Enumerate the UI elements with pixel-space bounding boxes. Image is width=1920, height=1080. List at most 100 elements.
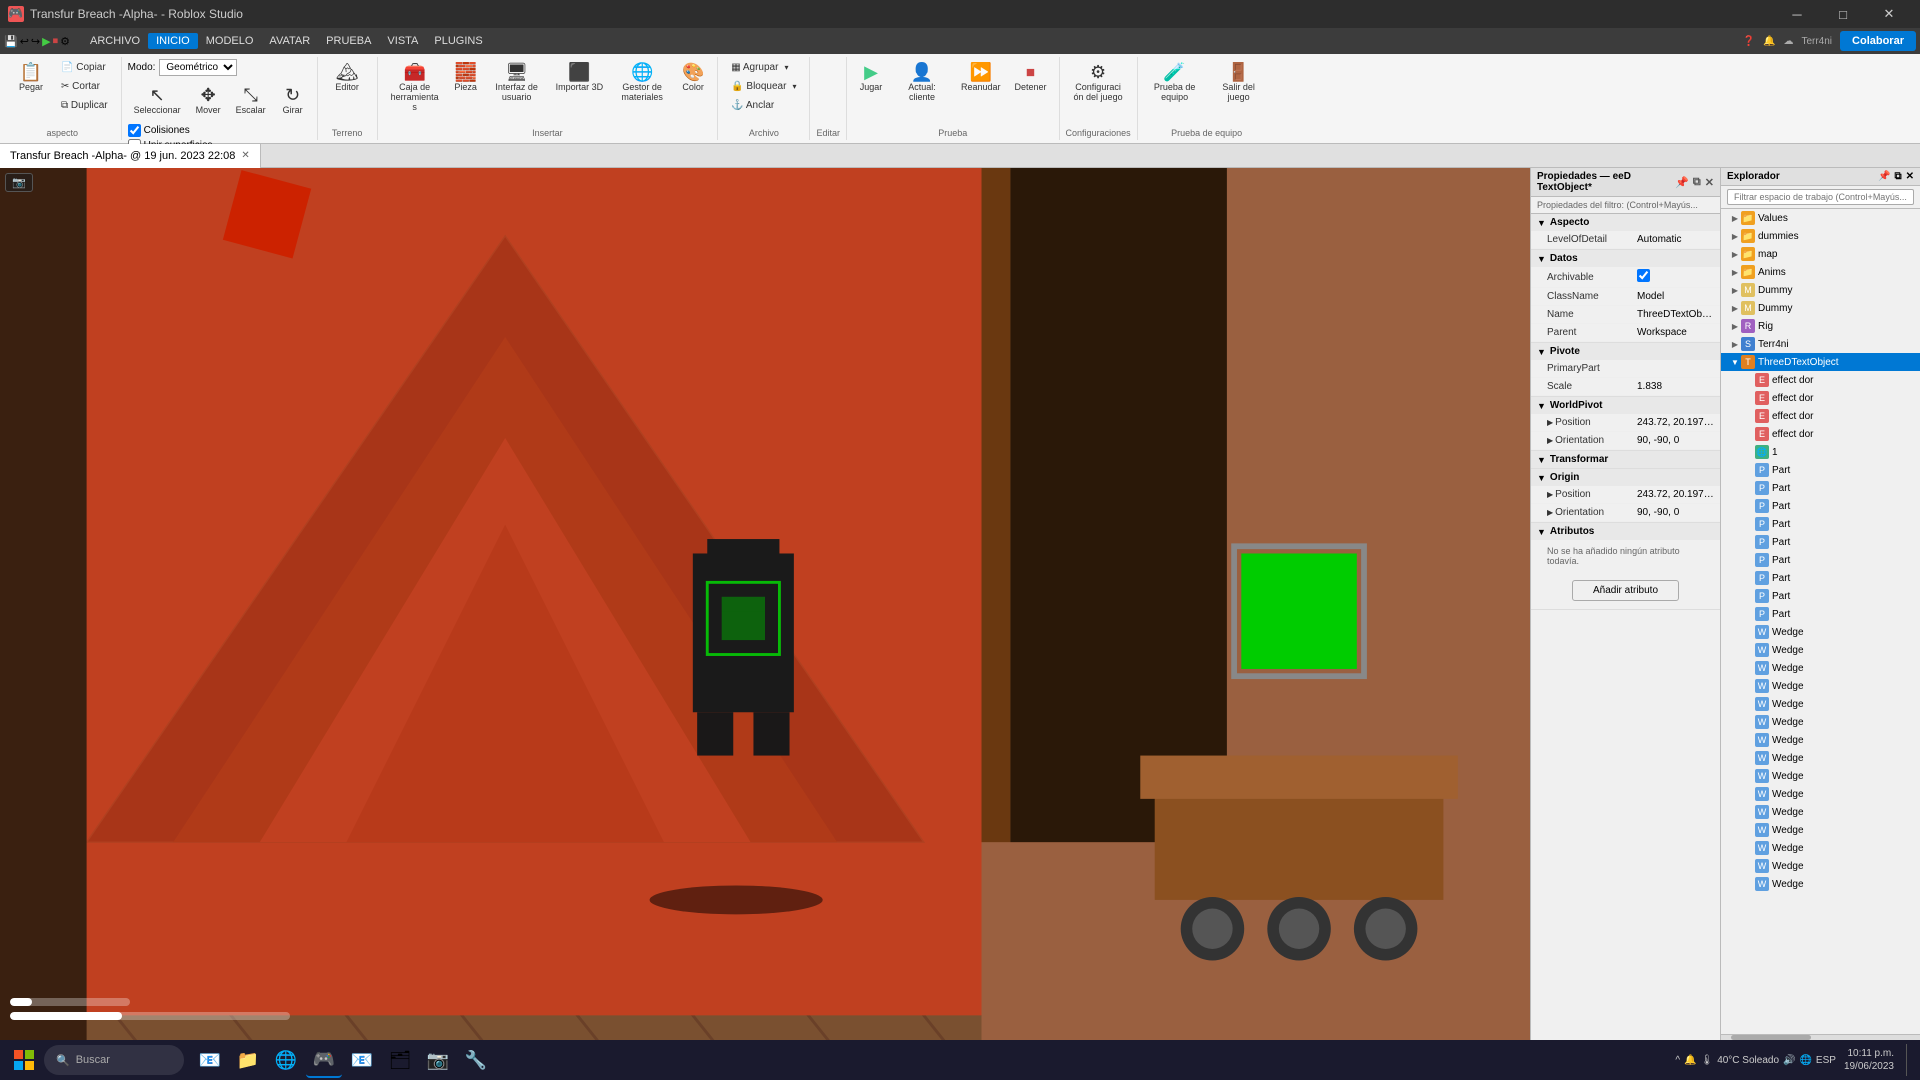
archivable-value[interactable] — [1637, 269, 1714, 285]
taskbar-icon-tools[interactable]: 🔧 — [458, 1042, 494, 1078]
tree-item-wedge5[interactable]: W Wedge — [1721, 695, 1920, 713]
reanudar-button[interactable]: ⏩ Reanudar — [955, 59, 1007, 97]
tree-item-wedge12[interactable]: W Wedge — [1721, 821, 1920, 839]
tree-item-part1[interactable]: P Part — [1721, 461, 1920, 479]
scale-value[interactable]: 1.838 — [1637, 381, 1714, 392]
qa-save[interactable]: 💾 — [4, 35, 18, 48]
section-pivote-header[interactable]: ▼ Pivote — [1531, 343, 1720, 360]
minimize-button[interactable]: ─ — [1774, 0, 1820, 28]
taskbar-icon-roblox[interactable]: 🎮 — [306, 1042, 342, 1078]
tree-item-map[interactable]: ▶ 📁 map — [1721, 245, 1920, 263]
tree-item-dummy1[interactable]: ▶ M Dummy — [1721, 281, 1920, 299]
tree-item-dummies[interactable]: ▶ 📁 dummies — [1721, 227, 1920, 245]
tree-item-wedge15[interactable]: W Wedge — [1721, 875, 1920, 893]
section-transformar-header[interactable]: ▼ Transformar — [1531, 451, 1720, 468]
taskbar-icon-files[interactable]: 🗂 — [382, 1042, 418, 1078]
tree-item-wedge1[interactable]: W Wedge — [1721, 623, 1920, 641]
help-icon[interactable]: ❓ — [1743, 36, 1755, 47]
tree-item-wedge8[interactable]: W Wedge — [1721, 749, 1920, 767]
cloud-icon[interactable]: ☁ — [1783, 36, 1793, 47]
menu-modelo[interactable]: MODELO — [198, 33, 262, 49]
actual-cliente-button[interactable]: 👤 Actual: cliente — [891, 59, 953, 107]
tree-item-effectdoor4[interactable]: E effect dor — [1721, 425, 1920, 443]
tree-item-dummy2[interactable]: ▶ M Dummy — [1721, 299, 1920, 317]
tree-item-effectdoor3[interactable]: E effect dor — [1721, 407, 1920, 425]
explorer-close-button[interactable]: ✕ — [1906, 171, 1914, 182]
modo-select[interactable]: Geométrico — [159, 59, 237, 76]
wp-orientation-value[interactable]: 90, -90, 0 — [1637, 435, 1714, 446]
viewport[interactable]: 📷 — [0, 168, 1530, 1040]
copiar-button[interactable]: 📄 Copiar — [54, 59, 115, 76]
mover-button[interactable]: ✥ Mover — [190, 82, 227, 120]
tree-item-part4[interactable]: P Part — [1721, 515, 1920, 533]
girar-button[interactable]: ↻ Girar — [275, 82, 311, 120]
taskbar-icon-explorer[interactable]: 📁 — [230, 1042, 266, 1078]
salir-juego-button[interactable]: 🚪 Salir del juego — [1208, 59, 1270, 107]
color-button[interactable]: 🎨 Color — [675, 59, 711, 97]
wp-position-value[interactable]: 243.72, 20.197, -53... — [1637, 417, 1714, 428]
menu-avatar[interactable]: AVATAR — [261, 33, 318, 49]
prop-close-button[interactable]: ✕ — [1705, 176, 1714, 189]
tray-bell[interactable]: 🔔 — [1684, 1055, 1696, 1066]
tree-item-wedge13[interactable]: W Wedge — [1721, 839, 1920, 857]
config-juego-button[interactable]: ⚙ Configuración del juego — [1067, 59, 1129, 107]
archivable-checkbox[interactable] — [1637, 269, 1650, 282]
tree-item-part5[interactable]: P Part — [1721, 533, 1920, 551]
tree-item-part3[interactable]: P Part — [1721, 497, 1920, 515]
collaborate-button[interactable]: Colaborar — [1840, 31, 1916, 51]
notifications-icon[interactable]: 🔔 — [1763, 36, 1775, 47]
gestor-button[interactable]: 🌐 Gestor de materiales — [611, 59, 673, 107]
tree-item-threedtextobj[interactable]: ▼ T ThreeDTextObject — [1721, 353, 1920, 371]
anclar-button[interactable]: ⚓ Anclar — [724, 97, 781, 114]
tree-item-part9[interactable]: P Part — [1721, 605, 1920, 623]
tree-item-part6[interactable]: P Part — [1721, 551, 1920, 569]
pieza-button[interactable]: 🧱 Pieza — [448, 59, 484, 97]
menu-plugins[interactable]: PLUGINS — [426, 33, 490, 49]
maximize-button[interactable]: □ — [1820, 0, 1866, 28]
levelofdetail-value[interactable]: Automatic — [1637, 234, 1714, 245]
tree-item-wedge10[interactable]: W Wedge — [1721, 785, 1920, 803]
importar3d-button[interactable]: ⬛ Importar 3D — [550, 59, 610, 97]
menu-vista[interactable]: VISTA — [379, 33, 426, 49]
menu-archivo[interactable]: ARCHIVO — [82, 33, 148, 49]
menu-inicio[interactable]: INICIO — [148, 33, 198, 49]
qa-stop[interactable]: ⏹ — [53, 35, 59, 48]
show-desktop-button[interactable] — [1906, 1044, 1912, 1076]
volume-icon[interactable]: 🔊 — [1783, 1055, 1795, 1066]
network-icon[interactable]: 🌐 — [1799, 1055, 1811, 1066]
jugar-button[interactable]: ▶ Jugar — [853, 59, 889, 97]
editor-tab-main[interactable]: Transfur Breach -Alpha- @ 19 jun. 2023 2… — [0, 144, 261, 168]
explorer-popout-button[interactable]: ⧉ — [1894, 171, 1901, 182]
tree-item-anims[interactable]: ▶ 📁 Anims — [1721, 263, 1920, 281]
tree-item-num1[interactable]: 🌐 1 — [1721, 443, 1920, 461]
pegar-button[interactable]: 📋 Pegar — [10, 59, 52, 97]
prueba-equipo-button[interactable]: 🧪 Prueba de equipo — [1144, 59, 1206, 107]
taskbar-icon-settings[interactable]: 📧 — [344, 1042, 380, 1078]
parent-value[interactable]: Workspace — [1637, 327, 1714, 338]
close-button[interactable]: ✕ — [1866, 0, 1912, 28]
taskbar-icon-mail[interactable]: 📧 — [192, 1042, 228, 1078]
tree-item-wedge11[interactable]: W Wedge — [1721, 803, 1920, 821]
tree-item-values[interactable]: ▶ 📁 Values — [1721, 209, 1920, 227]
tree-item-wedge3[interactable]: W Wedge — [1721, 659, 1920, 677]
tree-item-wedge6[interactable]: W Wedge — [1721, 713, 1920, 731]
seleccionar-button[interactable]: ↖ Seleccionar — [128, 82, 187, 120]
taskbar-icon-photo[interactable]: 📷 — [420, 1042, 456, 1078]
section-worldpivot-header[interactable]: ▼ WorldPivot — [1531, 397, 1720, 414]
cortar-button[interactable]: ✂ Cortar — [54, 78, 115, 95]
origin-position-value[interactable]: 243.72, 20.197, -53... — [1637, 489, 1714, 500]
qa-play[interactable]: ▶ — [42, 35, 50, 48]
tree-item-wedge7[interactable]: W Wedge — [1721, 731, 1920, 749]
section-aspecto-header[interactable]: ▼ Aspecto — [1531, 214, 1720, 231]
tab-close-button[interactable]: ✕ — [241, 150, 249, 161]
prop-popout-button[interactable]: ⧉ — [1693, 176, 1701, 189]
escalar-button[interactable]: ⤡ Escalar — [230, 82, 272, 120]
caja-button[interactable]: 🧰 Caja de herramientas — [384, 59, 446, 117]
tree-item-effectdoor1[interactable]: E effect dor — [1721, 371, 1920, 389]
menu-prueba[interactable]: PRUEBA — [318, 33, 379, 49]
qa-undo[interactable]: ↩ — [20, 35, 29, 48]
tree-item-rig[interactable]: ▶ R Rig — [1721, 317, 1920, 335]
interfaz-button[interactable]: 🖥 Interfaz de usuario — [486, 59, 548, 107]
detener-button[interactable]: ⏹ Detener — [1009, 59, 1053, 97]
bloquear-button[interactable]: 🔒 Bloquear ▾ — [724, 78, 803, 95]
